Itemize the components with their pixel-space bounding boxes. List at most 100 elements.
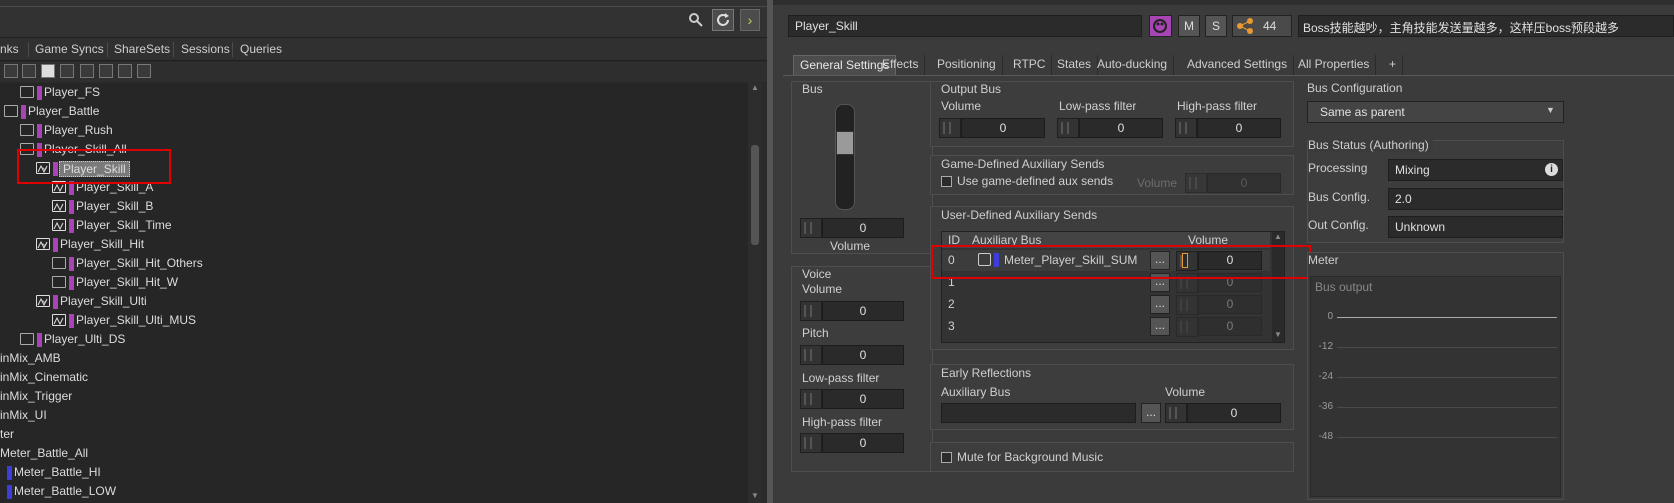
tree-scrollbar[interactable]: ▲ ▼ (748, 83, 762, 503)
filter-icon[interactable] (60, 64, 74, 78)
er-volume-value[interactable]: 0 (1187, 403, 1281, 423)
aux-bus-icon (36, 238, 50, 250)
sync-icon[interactable] (712, 9, 734, 31)
tree-row[interactable]: Player_FS (0, 83, 748, 102)
tree-row[interactable]: ⌄ Player_Skill_Hit (0, 235, 748, 254)
expand-arrow-icon[interactable]: › (740, 9, 760, 31)
tree-row[interactable]: Meter_Battle_All (0, 444, 748, 463)
info-icon[interactable]: i (1545, 163, 1558, 176)
search-icon[interactable] (688, 12, 704, 28)
tab-sessions[interactable]: Sessions (181, 42, 230, 56)
game-aux-volume-label: Volume (1137, 176, 1178, 190)
filter-icon[interactable] (118, 64, 132, 78)
output-volume-value[interactable]: 0 (961, 118, 1045, 138)
aux-bus-browse-button[interactable]: ... (1150, 295, 1170, 314)
tab-advanced-settings[interactable]: Advanced Settings (1181, 55, 1295, 75)
tab-game-syncs[interactable]: Game Syncs (35, 42, 104, 56)
tree-row[interactable]: Player_Skill_Hit_W (0, 273, 748, 292)
bus-config-panel: Bus Configuration Same as parent ▼ (1307, 81, 1564, 125)
filter-icon[interactable] (4, 64, 18, 78)
scroll-up-icon[interactable]: ▲ (751, 83, 759, 92)
object-name-field[interactable]: Player_Skill (788, 15, 1142, 37)
pitch-knob[interactable] (800, 345, 822, 365)
mute-button[interactable]: M (1178, 15, 1200, 37)
tab-all-properties[interactable]: All Properties (1292, 55, 1377, 75)
output-hpf-knob[interactable] (1175, 118, 1197, 138)
tab-[interactable]: + (1383, 55, 1404, 75)
tab-queries[interactable]: Queries (240, 42, 282, 56)
filter-icon[interactable] (22, 64, 36, 78)
volume-fader-track[interactable] (835, 104, 855, 210)
output-volume-knob[interactable] (939, 118, 961, 138)
scroll-up-icon[interactable]: ▲ (1274, 232, 1282, 241)
tree-item-label: inMix_Trigger (0, 389, 73, 403)
filter-icon[interactable] (99, 64, 113, 78)
tab-auto-ducking[interactable]: Auto-ducking (1091, 55, 1175, 75)
tree-row[interactable]: Player_Skill_B (0, 197, 748, 216)
voice-hpf-knob[interactable] (800, 433, 822, 453)
tab-positioning[interactable]: Positioning (931, 55, 1003, 75)
tree-row[interactable]: inMix_Trigger (0, 387, 748, 406)
solo-button[interactable]: S (1205, 15, 1227, 37)
aux-volume-knob[interactable] (1176, 317, 1198, 337)
aux-row-volume[interactable]: 0 (1198, 317, 1262, 336)
scroll-down-icon[interactable]: ▼ (751, 491, 759, 500)
tree-item-label: ter (0, 427, 15, 441)
tree-row[interactable]: inMix_Cinematic (0, 368, 748, 387)
aux-bus-browse-button[interactable]: ... (1150, 317, 1170, 336)
game-aux-checkbox[interactable] (941, 176, 952, 187)
tree-row[interactable]: inMix_UI (0, 406, 748, 425)
voice-lpf-knob[interactable] (800, 389, 822, 409)
tree-row[interactable]: Player_Rush (0, 121, 748, 140)
volume-fader-handle[interactable] (836, 131, 854, 155)
voice-lpf-value[interactable]: 0 (822, 389, 904, 409)
tree-row[interactable]: Meter_Battle_HI (0, 463, 748, 482)
tree-row[interactable]: Meter_Battle_LOW (0, 482, 748, 501)
voice-volume-knob[interactable] (800, 301, 822, 321)
er-volume-knob[interactable] (1165, 403, 1187, 423)
tree-row[interactable]: Player_Ulti_DS (0, 330, 748, 349)
aux-send-row[interactable]: 3... 0 (942, 316, 1270, 337)
filter-icon[interactable] (80, 64, 94, 78)
tree-row[interactable]: Player_Skill_Ulti_MUS (0, 311, 748, 330)
tree-row[interactable]: ter (0, 425, 748, 444)
er-bus-browse-button[interactable]: ... (1141, 403, 1161, 423)
notes-field[interactable]: Boss技能越吵，主角技能发送量越多，这样压boss预段越多 (1298, 15, 1674, 37)
bus-volume-value[interactable]: 0 (822, 218, 904, 238)
er-bus-field[interactable] (941, 403, 1136, 423)
tree-item-label: inMix_Cinematic (0, 370, 89, 384)
scroll-down-icon[interactable]: ▼ (1274, 330, 1282, 339)
tab-effects[interactable]: Effects (876, 55, 926, 75)
meter-panel: Meter Bus output 0 -12 -24 -36 -48 (1307, 252, 1564, 500)
bus-config-title: Bus Configuration (1307, 81, 1403, 95)
tree-row[interactable]: Player_Skill_Time (0, 216, 748, 235)
pitch-value[interactable]: 0 (822, 345, 904, 365)
meter-tick-label: -48 (1318, 431, 1333, 442)
output-lpf-knob[interactable] (1057, 118, 1079, 138)
filter-icon[interactable] (137, 64, 151, 78)
volume-knob[interactable] (800, 218, 822, 238)
output-hpf-value[interactable]: 0 (1197, 118, 1281, 138)
voice-volume-label: Volume (802, 282, 843, 296)
aux-send-row[interactable]: 2... 0 (942, 294, 1270, 315)
filter-icon[interactable] (41, 64, 55, 78)
voice-volume-value[interactable]: 0 (822, 301, 904, 321)
color-swatch (37, 124, 42, 138)
scrollbar-thumb[interactable] (751, 145, 759, 245)
tree-row[interactable]: ⌄ Player_Skill_Ulti (0, 292, 748, 311)
tree-row[interactable]: Player_Battle (0, 102, 748, 121)
output-lpf-value[interactable]: 0 (1079, 118, 1163, 138)
tab-soundbanks[interactable]: nks (0, 42, 19, 56)
aux-volume-knob[interactable] (1176, 295, 1198, 315)
tab-rtpc[interactable]: RTPC (1007, 55, 1053, 75)
bus-config-dropdown[interactable]: Same as parent ▼ (1307, 101, 1564, 123)
aux-row-volume[interactable]: 0 (1198, 295, 1262, 314)
color-palette-icon[interactable] (1149, 15, 1172, 37)
tree-row[interactable]: Player_Skill_Hit_Others (0, 254, 748, 273)
references-icon[interactable]: 44 (1232, 15, 1292, 37)
tab-sharesets[interactable]: ShareSets (114, 42, 170, 56)
mute-bg-checkbox[interactable] (941, 452, 952, 463)
meter-gridline (1337, 317, 1557, 318)
voice-hpf-value[interactable]: 0 (822, 433, 904, 453)
tree-row[interactable]: inMix_AMB (0, 349, 748, 368)
